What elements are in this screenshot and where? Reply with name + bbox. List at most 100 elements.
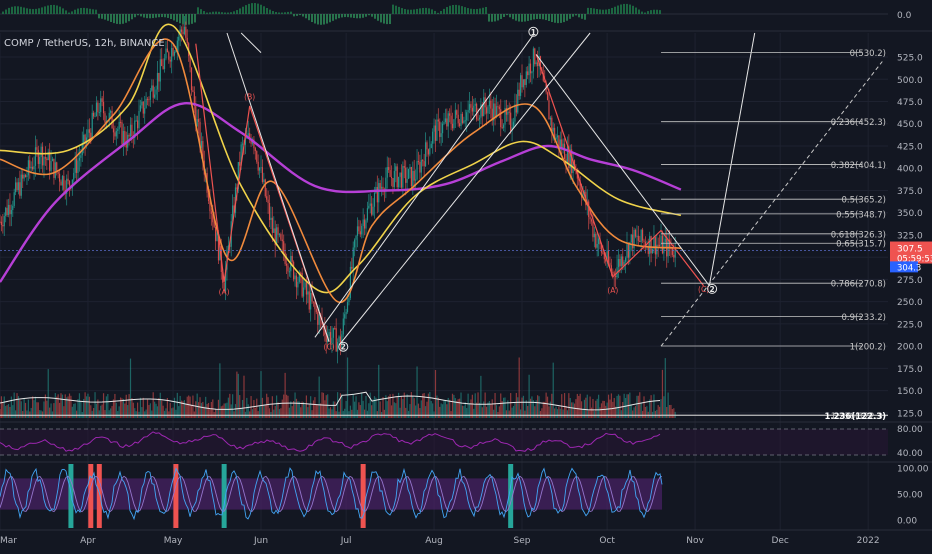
chart-container[interactable]: 0.0 0(530.2) 0.236(452.3) 0.382(404.1) 0.5(3… [0,0,932,550]
top-osc-bar [644,12,646,14]
volume-bar [12,405,14,418]
price-tick-label: 175.0 [897,365,923,375]
chart-svg[interactable]: 0.0 0(530.2) 0.236(452.3) 0.382(404.1) 0.5(3… [0,0,932,550]
volume-bar [670,404,672,418]
top-osc-bar [362,14,364,18]
top-osc-bar [398,6,400,14]
candle-body [161,59,163,67]
candle-body [101,98,103,102]
volume-bar [192,395,194,418]
candle-body [270,217,272,221]
top-osc-bar [263,6,265,14]
candle-body [307,291,309,295]
volume-bar [220,406,222,418]
candle-body [417,161,420,163]
candle-body [607,250,610,263]
candle-body [254,148,256,152]
top-osc-bar [392,4,394,14]
candle-body [664,238,666,243]
volume-bar [163,410,166,418]
top-osc-bar [173,14,175,21]
candle-body [371,203,373,215]
top-osc-bar [329,14,331,23]
candle-body [266,196,268,200]
volume-bar [617,394,620,418]
volume-bar [148,405,150,418]
candle-body [169,59,171,62]
candle-body [476,103,478,120]
candle-body [182,31,184,35]
top-osc-bar [377,14,379,21]
candle-body [359,231,361,235]
top-osc-bar [311,14,313,23]
top-osc-bar [53,4,55,14]
candle-body [385,177,387,191]
candle-body [369,203,371,206]
volume-bar [233,411,235,418]
candle-body [68,181,71,186]
top-osc-bar [356,14,358,19]
volume-bar [335,411,337,418]
candle-body [651,248,654,254]
candle-body [363,219,366,229]
volume-bar [172,407,174,418]
candle-body [446,118,448,127]
candle-body [426,142,428,150]
top-osc-bar [107,14,109,21]
candle-body [514,104,516,122]
candle-body [257,161,259,171]
volume-bar [179,395,181,418]
candle-body [271,217,273,233]
candle-body [345,311,347,315]
candle-body [460,113,462,126]
candle-body [535,62,537,65]
candle-body [531,71,533,74]
candle-body [507,111,509,115]
candle-body [267,199,269,204]
top-osc-bar [413,9,415,14]
volume-bar [145,409,147,418]
volume-bar [346,357,349,418]
volume-bar [373,396,376,418]
candle-body [24,174,27,178]
volume-bar [171,408,173,418]
top-osc-bar [221,12,223,14]
candle-body [13,192,15,206]
candle-body [152,85,154,98]
top-osc-bar [335,14,337,20]
volume-bar [599,407,601,418]
candle-body [447,113,449,127]
top-osc-bar [74,9,76,14]
candle-body [563,143,566,160]
volume-bar [406,394,408,418]
candle-body [338,336,340,343]
candle-body [636,235,638,237]
volume-bar [30,407,32,418]
candle-body [433,125,435,132]
volume-bar [239,395,241,418]
volume-bar [388,396,390,418]
volume-bar [74,403,76,418]
top-osc-bar [596,9,598,14]
volume-bar [641,410,644,418]
candle-body [419,161,421,173]
volume-bar [310,396,312,418]
candle-body [141,101,143,106]
top-osc-bar [308,14,310,21]
candle-body [378,182,380,203]
top-osc-bar [83,7,85,14]
candle-body [527,71,529,76]
volume-bar [378,364,380,418]
volume-bar [57,394,59,418]
top-osc-bar [212,11,214,14]
top-osc-bar [395,5,397,14]
volume-bar [363,409,366,418]
volume-bar [365,395,367,418]
volume-bar [178,406,180,418]
top-osc-bar [341,14,343,18]
volume-bar [84,392,86,418]
volume-bar [481,407,483,418]
volume-bar [328,408,330,418]
top-osc-bar [152,14,154,19]
volume-bar [168,411,170,418]
